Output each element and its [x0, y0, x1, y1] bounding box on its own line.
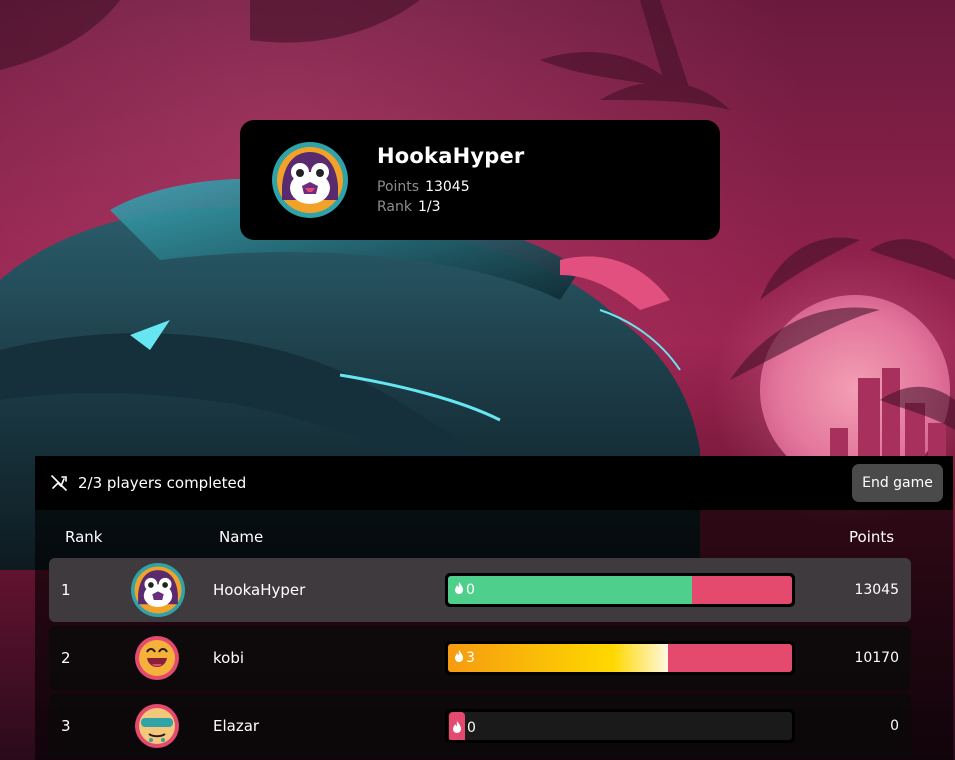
- sunglasses-face-avatar-icon: [135, 704, 179, 748]
- row-rank: 3: [61, 717, 71, 735]
- points-value: 13045: [425, 178, 470, 195]
- streak-label: 0: [449, 712, 476, 740]
- streak-label: 0: [454, 576, 475, 604]
- current-player-card: HookaHyper Points 13045 Rank 1/3: [240, 120, 720, 240]
- rank-stat: Rank 1/3: [377, 197, 524, 217]
- flame-icon: [454, 644, 464, 672]
- rank-value: 1/3: [417, 198, 441, 215]
- leaderboard-panel: 2/3 players completed End game Rank Name…: [35, 456, 953, 760]
- leaderboard-header: 2/3 players completed End game: [35, 456, 953, 510]
- penguin-avatar-icon: [272, 142, 348, 218]
- progress-bar: 3: [445, 641, 795, 675]
- player-name: HookaHyper: [377, 143, 525, 168]
- streak-label: 3: [454, 644, 475, 672]
- table-row: 3 Elazar 0 0: [49, 694, 911, 758]
- row-points: 0: [890, 718, 899, 734]
- progress-remaining: [692, 576, 792, 604]
- points-label: Points: [377, 178, 420, 195]
- rank-label: Rank: [377, 198, 412, 215]
- row-name: kobi: [213, 649, 245, 667]
- streak-count: 0: [467, 719, 476, 736]
- row-points: 10170: [854, 650, 899, 666]
- column-header-rank: Rank: [65, 528, 103, 546]
- flame-icon: [454, 576, 464, 604]
- progress-bar: 0: [445, 709, 795, 743]
- streak-count: 0: [466, 582, 475, 598]
- row-name: HookaHyper: [213, 581, 306, 599]
- row-points: 13045: [854, 582, 899, 598]
- laughing-face-avatar-icon: [135, 636, 179, 680]
- progress-bar: 0: [445, 573, 795, 607]
- progress-fill: [448, 644, 669, 672]
- row-rank: 2: [61, 649, 71, 667]
- column-header-points: Points: [849, 528, 895, 546]
- row-name: Elazar: [213, 717, 260, 735]
- completion-status: 2/3 players completed: [78, 474, 247, 492]
- flame-icon: [449, 712, 465, 740]
- table-row: 1 HookaHyper 0 13045: [49, 558, 911, 622]
- penguin-avatar-icon: [131, 563, 185, 617]
- progress-remaining: [668, 644, 792, 672]
- no-gun-icon: [49, 473, 69, 493]
- row-rank: 1: [61, 581, 71, 599]
- streak-count: 3: [466, 650, 475, 666]
- table-row: 2 kobi 3 10170: [49, 626, 911, 690]
- progress-fill: [448, 576, 693, 604]
- column-header-name: Name: [219, 528, 264, 546]
- points-stat: Points 13045: [377, 177, 524, 197]
- end-game-button[interactable]: End game: [852, 464, 943, 502]
